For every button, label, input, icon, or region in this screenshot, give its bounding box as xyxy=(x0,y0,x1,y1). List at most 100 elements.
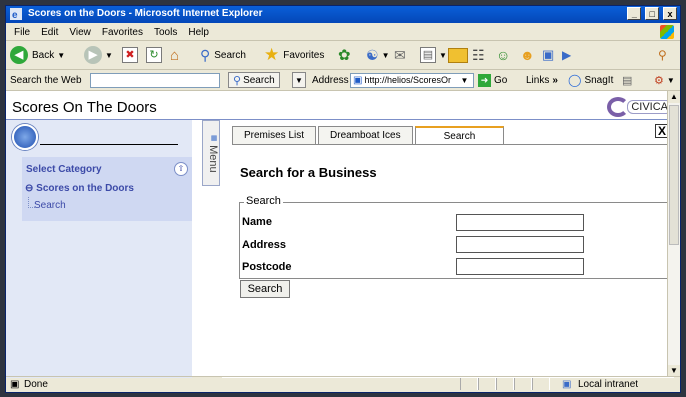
smiley-icon: ☻ xyxy=(520,47,535,63)
tab-strip: Premises List Dreamboat Ices Search xyxy=(232,126,506,145)
address-input[interactable] xyxy=(456,236,584,253)
menu-grid-icon: ▦ xyxy=(210,133,217,142)
stop-icon: ✖ xyxy=(122,47,138,63)
play-button[interactable]: ▶ xyxy=(562,45,571,65)
menu-tools[interactable]: Tools xyxy=(148,24,182,38)
go-arrow-icon: ➜ xyxy=(478,73,491,87)
chevron-right-icon: » xyxy=(552,74,558,86)
civica-mark-icon xyxy=(607,97,630,117)
sidebar-item-search[interactable]: Search xyxy=(34,200,66,211)
chevron-down-icon: ▼ xyxy=(105,50,113,60)
menu-help[interactable]: Help xyxy=(182,24,214,38)
menu-bar: File Edit View Favorites Tools Help xyxy=(6,24,680,41)
history-button[interactable]: ☯ ▼ xyxy=(366,45,389,65)
url-field[interactable]: ▣ http://helios/ScoresOr ▼ xyxy=(350,72,474,88)
scroll-up-icon[interactable]: ▲ xyxy=(668,91,680,103)
chevron-down-icon: ▼ xyxy=(57,50,66,60)
discuss-button[interactable]: ☻ xyxy=(520,45,535,65)
close-window-button[interactable]: x xyxy=(663,7,677,20)
status-pane xyxy=(532,378,550,390)
mail-button[interactable]: ✉ xyxy=(394,45,406,65)
stop-button[interactable]: ✖ xyxy=(122,45,138,65)
menu-toggle-tab[interactable]: ▦ Menu xyxy=(202,120,220,186)
back-arrow-icon: ◀ xyxy=(10,46,28,64)
snagit-icon: ◯ xyxy=(568,73,582,87)
search-button[interactable]: ⚲ Search xyxy=(200,45,246,65)
menu-view[interactable]: View xyxy=(63,24,96,38)
folder-icon xyxy=(448,47,468,63)
postcode-input[interactable] xyxy=(456,258,584,275)
address-label: Address xyxy=(312,74,349,86)
tab-search[interactable]: Search xyxy=(414,126,505,145)
page-done-icon: ▣ xyxy=(10,379,20,390)
folder-button[interactable] xyxy=(448,45,468,65)
minimize-button[interactable]: _ xyxy=(627,7,642,20)
print-button[interactable]: ▤ ▼ xyxy=(420,45,447,65)
maximize-button[interactable]: □ xyxy=(645,7,660,20)
app-header: Scores On The Doors CIVICA xyxy=(6,97,674,120)
name-label: Name xyxy=(242,216,272,228)
search-submit-button[interactable]: Search xyxy=(240,280,290,298)
tab-premises-list[interactable]: Premises List xyxy=(232,126,317,144)
search-web-label: Search the Web xyxy=(10,74,82,86)
status-pane xyxy=(514,378,532,390)
menu-file[interactable]: File xyxy=(6,24,35,38)
pin-icon: ⚲ xyxy=(658,48,667,62)
page-icon: ▣ xyxy=(353,74,363,86)
ie-icon: e xyxy=(10,8,22,20)
scroll-thumb[interactable] xyxy=(669,105,679,245)
sidebar-divider xyxy=(40,144,178,145)
screen-button[interactable]: ▣ xyxy=(542,45,554,65)
monitor-icon: ▣ xyxy=(542,47,555,62)
forward-button[interactable]: ▶ ▼ xyxy=(84,45,113,65)
globe-icon xyxy=(12,124,38,150)
messenger-button[interactable]: ☺ xyxy=(496,45,510,65)
research-button[interactable]: ☷ xyxy=(472,45,485,65)
research-icon: ☷ xyxy=(472,46,485,63)
snagit-window-icon[interactable]: ▤ xyxy=(622,74,632,87)
sidebar: Select Category ⇧ ⊖ Scores on the Doors … xyxy=(6,120,192,378)
search-dropdown-button[interactable]: ▼ xyxy=(292,72,306,88)
page-content: Scores On The Doors CIVICA Select Catego… xyxy=(6,91,680,378)
search-web-button[interactable]: ⚲ Search xyxy=(228,72,280,88)
chevron-down-icon: ▼ xyxy=(381,50,390,60)
menu-edit[interactable]: Edit xyxy=(35,24,63,38)
history-icon: ☯ xyxy=(366,46,379,63)
media-button[interactable]: ✿ xyxy=(338,45,351,65)
svg-text:e: e xyxy=(12,10,18,20)
extra-toolbar-button[interactable]: ⚲ xyxy=(658,45,667,65)
browser-window: e Scores on the Doors - Microsoft Intern… xyxy=(5,5,681,393)
mail-icon: ✉ xyxy=(394,46,406,63)
play-icon: ▶ xyxy=(562,48,572,62)
vertical-scrollbar[interactable]: ▲ ▼ xyxy=(667,91,680,377)
tab-dreamboat-ices[interactable]: Dreamboat Ices xyxy=(318,126,413,144)
tools-icon[interactable]: ⚙ xyxy=(654,74,664,87)
links-button[interactable]: Links» xyxy=(526,72,558,88)
sidebar-item-scores-on-the-doors[interactable]: ⊖ Scores on the Doors xyxy=(25,183,134,194)
go-button[interactable]: ➜ Go xyxy=(478,72,507,88)
search-web-input[interactable] xyxy=(90,72,220,88)
home-button[interactable]: ⌂ xyxy=(170,45,179,65)
favorites-button[interactable]: ★ Favorites xyxy=(264,45,324,65)
star-icon: ★ xyxy=(264,45,280,64)
back-button[interactable]: ◀ Back ▼ xyxy=(10,45,65,65)
category-panel: Select Category ⇧ ⊖ Scores on the Doors … xyxy=(22,157,192,221)
category-heading: Select Category xyxy=(26,164,102,175)
refresh-button[interactable]: ↻ xyxy=(146,45,162,65)
windows-logo-icon xyxy=(660,25,674,39)
address-field-label: Address xyxy=(242,239,287,251)
address-bar: Search the Web ⚲ Search ▼ Address ▣ http:… xyxy=(6,70,680,91)
civica-logo: CIVICA xyxy=(607,97,672,117)
collapse-chevron-icon[interactable]: ⇧ xyxy=(174,162,188,176)
forward-arrow-icon: ▶ xyxy=(84,46,102,64)
home-icon: ⌂ xyxy=(170,46,180,64)
search-icon: ⚲ xyxy=(233,74,242,87)
name-input[interactable] xyxy=(456,214,584,231)
snagit-button[interactable]: ◯ SnagIt xyxy=(568,72,613,88)
search-icon: ⚲ xyxy=(200,46,211,63)
chevron-down-icon: ▼ xyxy=(439,50,447,60)
menu-favorites[interactable]: Favorites xyxy=(96,24,148,38)
status-pane xyxy=(496,378,514,390)
zone-text: Local intranet xyxy=(578,379,639,390)
chevron-down-icon: ▼ xyxy=(460,75,469,85)
